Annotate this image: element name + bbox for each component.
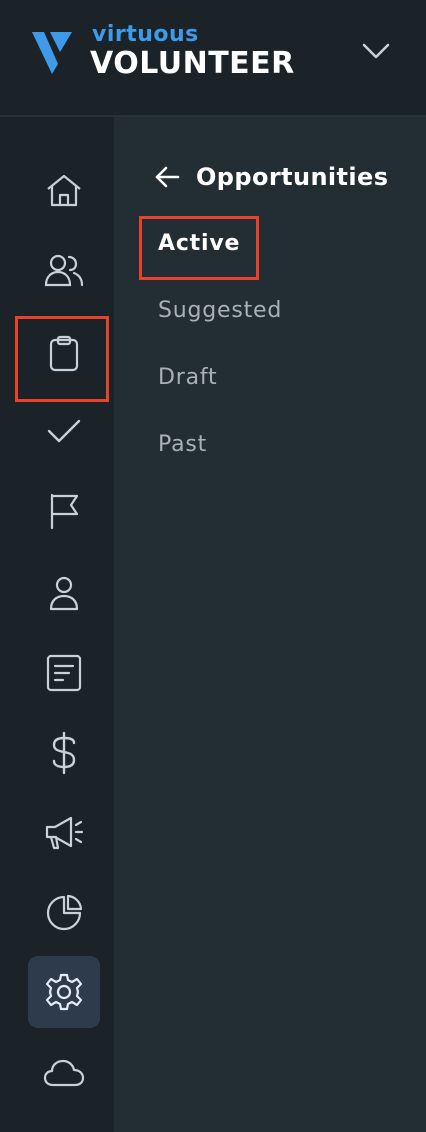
rail-item-flags[interactable] <box>28 475 100 547</box>
panel-header: Opportunities <box>154 163 388 191</box>
rail-item-home[interactable] <box>28 155 100 227</box>
cloud-icon <box>42 1056 86 1090</box>
rail-item-donations[interactable] <box>28 717 100 789</box>
rail-item-opportunities[interactable] <box>28 318 100 390</box>
arrow-left-icon[interactable] <box>154 166 180 188</box>
rail-item-profile[interactable] <box>28 557 100 629</box>
expand-menu-button[interactable] <box>356 34 396 68</box>
rail-item-announcements[interactable] <box>28 797 100 869</box>
virtuous-logo-icon <box>32 28 82 74</box>
check-icon <box>46 416 82 446</box>
clipboard-icon <box>47 334 81 374</box>
users-icon <box>43 251 85 291</box>
rail-item-reports[interactable] <box>28 877 100 949</box>
panel-title: Opportunities <box>196 163 389 191</box>
menu-item-active[interactable]: Active <box>158 231 240 256</box>
brand-small-text: virtuous <box>92 22 199 47</box>
menu-item-suggested[interactable]: Suggested <box>158 298 282 323</box>
brand-big-text: VOLUNTEER <box>90 46 295 81</box>
home-icon <box>44 171 84 211</box>
chevron-down-icon <box>361 42 391 60</box>
rail-item-tasks[interactable] <box>28 395 100 467</box>
icon-rail <box>0 117 114 1132</box>
dollar-icon <box>49 731 79 775</box>
document-icon <box>45 653 83 693</box>
rail-item-cloud[interactable] <box>28 1037 100 1109</box>
opportunities-panel: Opportunities Active Suggested Draft Pas… <box>114 117 426 1132</box>
rail-item-users[interactable] <box>28 235 100 307</box>
app-window: virtuous VOLUNTEER Opportunities Active … <box>0 0 426 1132</box>
flag-icon <box>47 491 81 531</box>
megaphone-icon <box>43 815 85 851</box>
user-icon <box>47 573 81 613</box>
top-bar: virtuous VOLUNTEER <box>0 0 426 117</box>
menu-item-draft[interactable]: Draft <box>158 365 217 390</box>
rail-item-documents[interactable] <box>28 637 100 709</box>
rail-item-settings[interactable] <box>28 956 100 1028</box>
gear-icon <box>44 972 84 1012</box>
menu-item-past[interactable]: Past <box>158 432 207 457</box>
pie-chart-icon <box>44 893 84 933</box>
